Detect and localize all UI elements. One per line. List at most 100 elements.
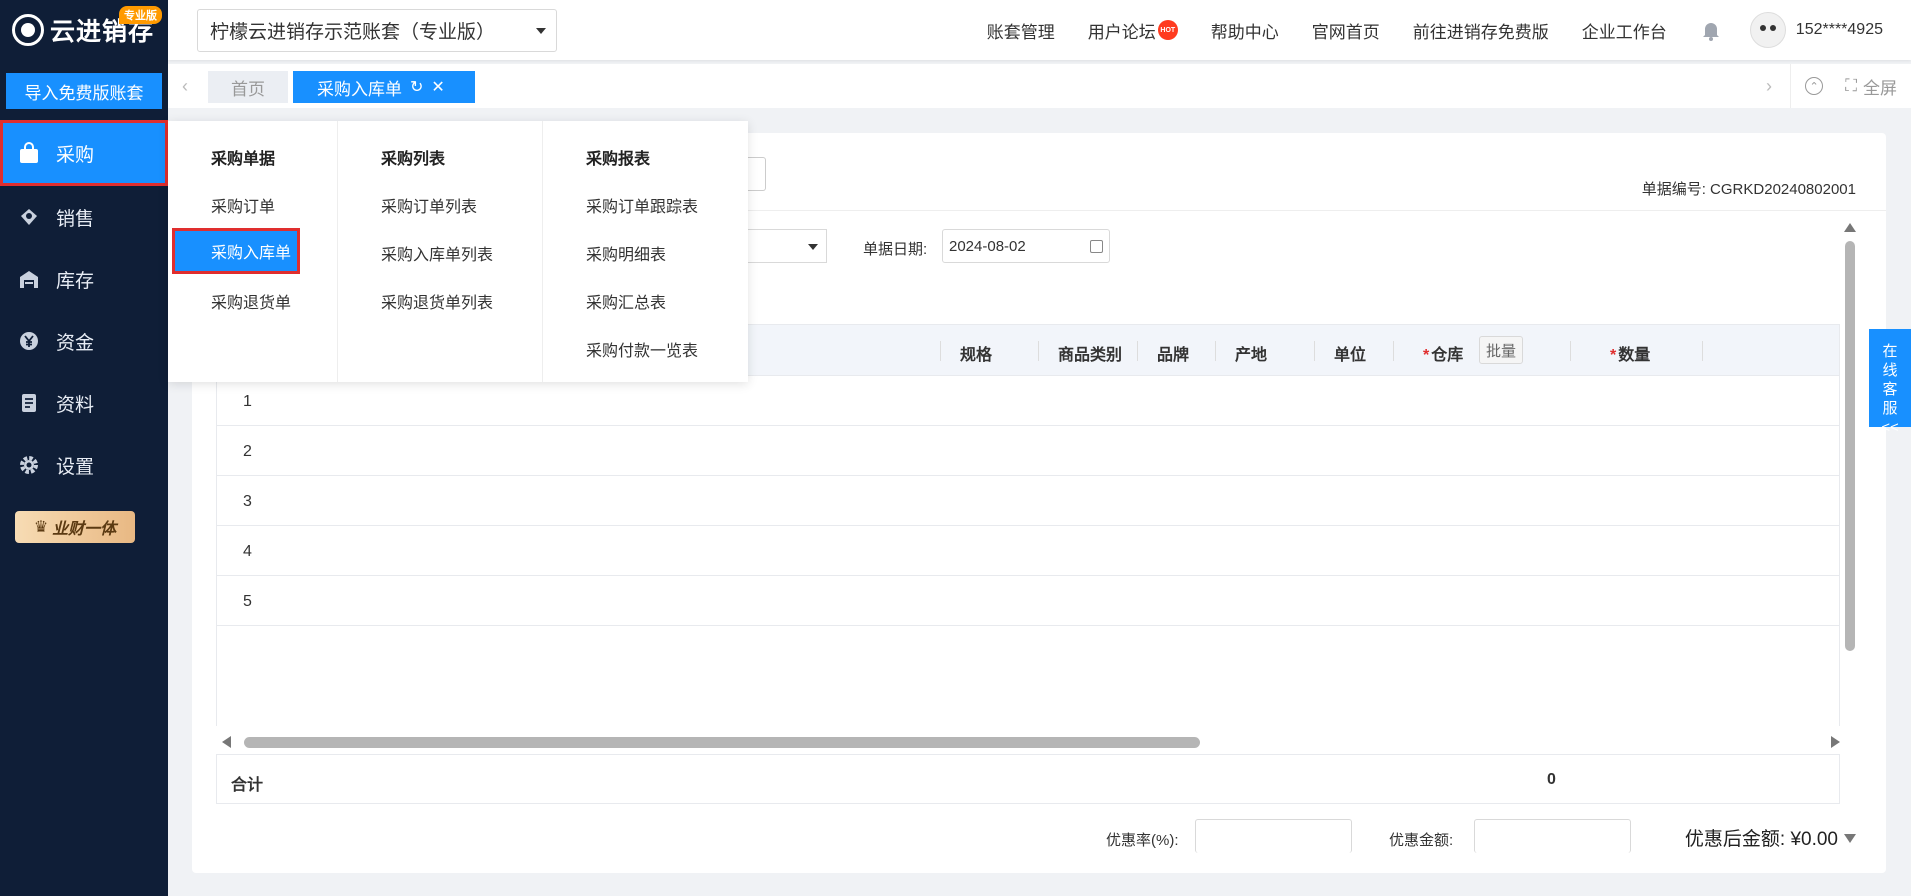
service-label: 在线客服 <box>1882 343 1898 417</box>
column-divider <box>1393 341 1394 361</box>
table-row[interactable]: 4 <box>216 526 1840 576</box>
sidebar: 云进销存 专业版 导入免费版账套 采购 销售 库存 资金 资料 设置 ♛ 业财一… <box>0 0 168 896</box>
link-user-forum-label: 用户论坛 <box>1087 22 1156 42</box>
date-value: 2024-08-02 <box>949 237 1026 255</box>
chevron-down-icon <box>536 28 546 34</box>
sidebar-item-funds[interactable]: 资金 <box>0 310 168 372</box>
table-row[interactable]: 2 <box>216 426 1840 476</box>
vertical-scrollbar[interactable] <box>1843 223 1857 843</box>
table-row[interactable]: 3 <box>216 476 1840 526</box>
menu-item-purchase-receipt[interactable]: 采购入库单 <box>172 228 300 274</box>
bulk-button[interactable]: 批量 <box>1479 336 1524 364</box>
document-icon <box>18 392 40 414</box>
bell-icon[interactable] <box>1700 19 1722 41</box>
sidebar-item-sales[interactable]: 销售 <box>0 186 168 248</box>
account-name: 柠檬云进销存示范账套（专业版） <box>210 22 496 43</box>
import-free-account-button[interactable]: 导入免费版账套 <box>6 73 162 109</box>
row-number: 1 <box>243 393 252 410</box>
row-number: 4 <box>243 543 252 560</box>
link-official-home[interactable]: 官网首页 <box>1312 18 1380 43</box>
sidebar-nav: 采购 销售 库存 资金 资料 设置 <box>0 120 168 496</box>
account-select[interactable]: 柠檬云进销存示范账套（专业版） <box>197 9 557 52</box>
column-warehouse-label: 仓库 <box>1431 347 1464 364</box>
column-divider <box>1038 341 1039 361</box>
scroll-right-icon[interactable] <box>1831 736 1840 748</box>
scroll-thumb[interactable] <box>244 737 1200 748</box>
menu-item-order-tracking[interactable]: 采购订单跟踪表 <box>586 193 698 217</box>
close-icon[interactable]: ✕ <box>431 77 444 97</box>
scroll-down-icon[interactable] <box>1844 834 1856 843</box>
menu-column-reports: 采购报表 采购订单跟踪表 采购明细表 采购汇总表 采购付款一览表 <box>543 121 748 382</box>
menu-item-purchase-receipt-list[interactable]: 采购入库单列表 <box>381 241 493 265</box>
column-divider <box>1702 341 1703 361</box>
menu-item-purchase-detail[interactable]: 采购明细表 <box>586 241 666 265</box>
menu-title: 采购单据 <box>211 151 276 168</box>
tab-home[interactable]: 首页 <box>208 71 288 103</box>
sidebar-item-purchase[interactable]: 采购 <box>0 120 168 186</box>
row-number: 3 <box>243 493 252 510</box>
chevron-right-icon[interactable]: › <box>1766 76 1772 97</box>
discount-amount-input[interactable] <box>1474 819 1631 853</box>
logo-mark-icon <box>12 14 44 46</box>
link-help-center[interactable]: 帮助中心 <box>1211 18 1279 43</box>
menu-column-documents: 采购单据 采购订单 采购入库单 采购退货单 <box>168 121 338 382</box>
top-links: 账套管理 用户论坛 HOT 帮助中心 官网首页 前往进销存免费版 企业工作台 1… <box>987 0 1911 60</box>
scroll-up-icon[interactable] <box>1844 223 1856 232</box>
tab-purchase-receipt[interactable]: 采购入库单 ↻ ✕ <box>293 71 475 103</box>
vip-label: 业财一体 <box>52 521 117 538</box>
menu-item-purchase-order-list[interactable]: 采购订单列表 <box>381 193 477 217</box>
sidebar-item-inventory[interactable]: 库存 <box>0 248 168 310</box>
menu-item-purchase-order[interactable]: 采购订单 <box>211 193 275 217</box>
row-number: 2 <box>243 443 252 460</box>
doc-number: 单据编号: CGRKD20240802001 <box>1641 181 1856 198</box>
scroll-left-icon[interactable] <box>222 736 231 748</box>
date-input[interactable]: 2024-08-02 <box>942 229 1110 263</box>
collapse-up-icon[interactable]: ⌃ <box>1805 77 1824 95</box>
sidebar-item-label: 销售 <box>56 208 95 230</box>
sidebar-item-settings[interactable]: 设置 <box>0 434 168 496</box>
total-label: 合计 <box>231 777 264 794</box>
table-row[interactable]: 1 <box>216 376 1840 426</box>
sidebar-item-label: 资金 <box>56 332 95 354</box>
fullscreen-button[interactable]: 全屏 <box>1863 74 1897 99</box>
total-quantity: 0 <box>1547 771 1556 788</box>
column-quantity: * 数量 <box>1610 341 1650 365</box>
refresh-icon[interactable]: ↻ <box>410 77 423 97</box>
avatar[interactable] <box>1749 12 1786 48</box>
sidebar-item-data[interactable]: 资料 <box>0 372 168 434</box>
tab-label: 采购入库单 <box>317 79 402 99</box>
menu-item-purchase-return[interactable]: 采购退货单 <box>211 289 291 313</box>
column-divider <box>1215 341 1216 361</box>
sidebar-item-label: 设置 <box>56 456 95 478</box>
crown-icon: ♛ <box>33 519 49 536</box>
horizontal-scrollbar[interactable] <box>216 733 1840 751</box>
column-divider <box>1314 341 1315 361</box>
yen-coin-icon <box>18 330 40 352</box>
chevron-down-icon <box>808 244 818 250</box>
menu-item-purchase-return-list[interactable]: 采购退货单列表 <box>381 289 493 313</box>
chevron-left-icon[interactable]: ‹ <box>182 76 188 97</box>
menu-item-payment-overview[interactable]: 采购付款一览表 <box>586 337 698 361</box>
gear-icon <box>18 454 40 476</box>
link-enterprise-workbench[interactable]: 企业工作台 <box>1582 18 1667 43</box>
user-phone[interactable]: 152****4925 <box>1796 21 1883 39</box>
link-account-management[interactable]: 账套管理 <box>987 18 1055 43</box>
link-user-forum[interactable]: 用户论坛 HOT <box>1088 18 1178 43</box>
logo[interactable]: 云进销存 专业版 <box>0 0 168 60</box>
table-row[interactable]: 5 <box>216 576 1840 626</box>
sales-icon <box>18 206 40 228</box>
scroll-thumb[interactable] <box>1845 241 1855 651</box>
after-discount-value: ¥0.00 <box>1790 829 1838 850</box>
warehouse-icon <box>18 268 40 290</box>
supplier-select[interactable] <box>737 229 827 263</box>
calendar-icon[interactable] <box>1090 240 1103 253</box>
menu-column-lists: 采购列表 采购订单列表 采购入库单列表 采购退货单列表 <box>338 121 543 382</box>
online-service-button[interactable]: 在线客服 << <box>1869 329 1911 436</box>
link-free-version[interactable]: 前往进销存免费版 <box>1413 18 1549 43</box>
total-row: 合计 0 <box>216 754 1840 804</box>
column-divider <box>1570 341 1571 361</box>
vip-banner[interactable]: ♛ 业财一体 <box>15 511 135 543</box>
discount-rate-input[interactable] <box>1195 819 1352 853</box>
column-origin: 产地 <box>1235 347 1268 364</box>
menu-item-purchase-summary[interactable]: 采购汇总表 <box>586 289 666 313</box>
